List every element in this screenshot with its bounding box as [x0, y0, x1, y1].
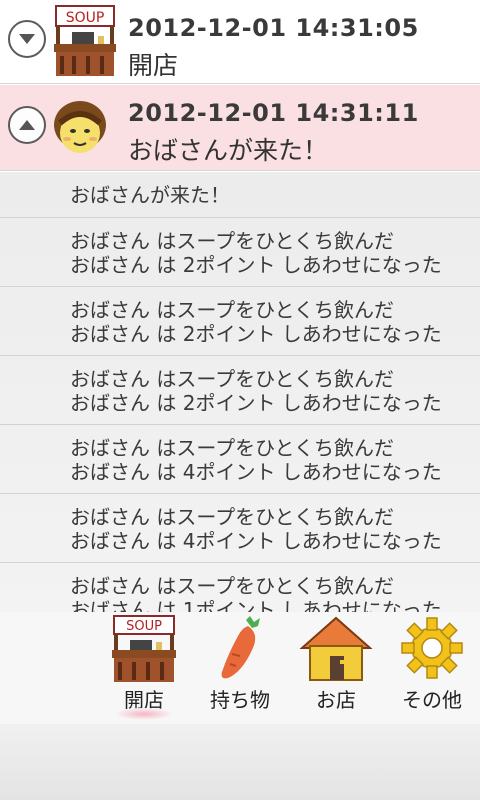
gear-icon: [394, 614, 470, 684]
detail-line: おばさん は 4ポイント しあわせになった: [70, 529, 442, 553]
entry-timestamp: 2012-12-01 14:31:11: [128, 99, 419, 127]
detail-line: おばさん はスープをひとくち飲んだ: [70, 229, 394, 253]
detail-line: おばさん はスープをひとくち飲んだ: [70, 298, 394, 322]
soup-stand-icon: SOUP: [106, 614, 182, 684]
house-icon: [298, 614, 374, 684]
svg-text:SOUP: SOUP: [126, 619, 162, 634]
detail-row: おばさん はスープをひとくち飲んだ おばさん は 2ポイント しあわせになった: [0, 218, 480, 287]
entry-timestamp: 2012-12-01 14:31:05: [128, 14, 419, 42]
detail-line: おばさん はスープをひとくち飲んだ: [70, 436, 394, 460]
collapse-toggle-button[interactable]: [8, 106, 46, 144]
auntie-face-icon: [50, 95, 120, 169]
log-entry-opening[interactable]: SOUP 2012-12-01 14:31:05 開店: [0, 0, 480, 84]
footer-area: [0, 724, 480, 800]
detail-row: おばさん はスープをひとくち飲んだ おばさん は 2ポイント しあわせになった: [0, 287, 480, 356]
nav-label: 持ち物: [210, 688, 270, 712]
detail-row: おばさん はスープをひとくち飲んだ おばさん は 1ポイント しあわせになった: [0, 563, 480, 612]
detail-line: おばさんが来た！: [70, 183, 230, 207]
nav-open-shop[interactable]: SOUP 開店: [96, 612, 192, 724]
detail-line: おばさん は 1ポイント しあわせになった: [70, 598, 442, 612]
carrot-icon: [202, 614, 278, 684]
bottom-nav: SOUP 開店 持ち物 お店 その他: [0, 612, 480, 724]
nav-label: お店: [316, 688, 356, 712]
svg-text:SOUP: SOUP: [66, 10, 105, 26]
nav-shop[interactable]: お店: [288, 612, 384, 724]
nav-other[interactable]: その他: [384, 612, 480, 724]
detail-line: おばさん は 2ポイント しあわせになった: [70, 322, 442, 346]
detail-line: おばさん はスープをひとくち飲んだ: [70, 367, 394, 391]
detail-row: おばさん はスープをひとくち飲んだ おばさん は 4ポイント しあわせになった: [0, 425, 480, 494]
entry-title: おばさんが来た！: [128, 136, 329, 165]
entry-title: 開店: [128, 51, 179, 80]
nav-items[interactable]: 持ち物: [192, 612, 288, 724]
detail-row: おばさん はスープをひとくち飲んだ おばさん は 4ポイント しあわせになった: [0, 494, 480, 563]
detail-line: おばさん は 2ポイント しあわせになった: [70, 253, 442, 277]
log-entry-auntie-arrived[interactable]: 2012-12-01 14:31:11 おばさんが来た！: [0, 85, 480, 171]
detail-row: おばさんが来た！: [0, 172, 480, 218]
detail-line: おばさん は 2ポイント しあわせになった: [70, 391, 442, 415]
detail-line: おばさん は 4ポイント しあわせになった: [70, 460, 442, 484]
active-indicator: [114, 708, 174, 720]
nav-label: その他: [402, 688, 462, 712]
expand-toggle-button[interactable]: [8, 20, 46, 58]
detail-line: おばさん はスープをひとくち飲んだ: [70, 505, 394, 529]
detail-line: おばさん はスープをひとくち飲んだ: [70, 574, 394, 598]
soup-stand-icon: SOUP: [50, 4, 120, 78]
detail-row: おばさん はスープをひとくち飲んだ おばさん は 2ポイント しあわせになった: [0, 356, 480, 425]
entry-detail-list[interactable]: おばさんが来た！ おばさん はスープをひとくち飲んだ おばさん は 2ポイント …: [0, 172, 480, 612]
